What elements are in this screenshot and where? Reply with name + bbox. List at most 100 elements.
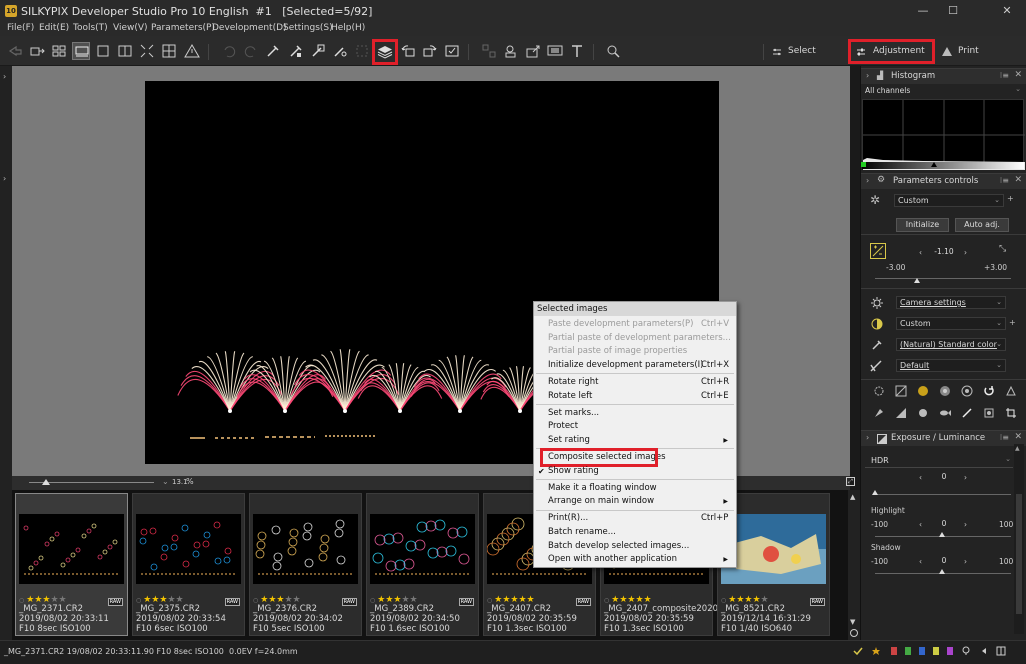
parameters-header[interactable]: › ⚙ Parameters controls ⁝≡ ✕ [861,173,1026,189]
mark-icon[interactable] [331,42,349,60]
composite-layers-icon[interactable] [372,39,398,65]
zoom-fit-icon[interactable]: ⤢ [846,477,855,486]
brush-icon[interactable] [961,407,973,419]
zoom-dropdown-icon[interactable]: ⌄ [162,477,169,486]
highlight-value[interactable]: 0 [925,519,963,531]
paste-params-icon[interactable] [287,42,305,60]
thumbnail-image[interactable] [136,514,241,584]
rotate-right-icon[interactable] [421,42,439,60]
color-dropper-icon[interactable] [870,338,884,352]
context-menu-item[interactable]: Initialize development parameters(I) Ctrl… [534,359,736,373]
spot-icon[interactable] [983,407,995,419]
status-check-icon[interactable] [853,646,863,656]
wb-dropdown[interactable]: Camera settings ⌄ [896,296,1006,309]
hdr-slider-thumb[interactable] [872,490,878,495]
expand-panel-icon[interactable]: › [3,174,6,183]
lens-icon[interactable] [961,385,973,397]
params-close-icon[interactable]: ✕ [1014,175,1022,185]
exposure-value[interactable]: -1.10 [925,247,963,259]
context-menu-item[interactable]: Protect [534,420,736,434]
status-bulb-icon[interactable] [961,646,971,656]
slideshow-icon[interactable] [546,42,564,60]
scroll-up-icon[interactable]: ▲ [850,493,855,501]
rotate-left-icon[interactable] [399,42,417,60]
menu-settings[interactable]: Settings(S) [283,23,333,33]
histogram-header[interactable]: › ▟ Histogram ⁝≡ ✕ [861,68,1026,84]
exposure-inc[interactable]: › [964,248,967,257]
copy-params-icon[interactable] [264,42,282,60]
thumbnail-image[interactable] [370,514,475,584]
crop-icon[interactable] [1005,407,1017,419]
hsl-icon[interactable] [939,385,951,397]
batch-develop-icon[interactable] [502,42,520,60]
label-yellow-icon[interactable] [931,646,941,656]
label-blue-icon[interactable] [917,646,927,656]
status-back-icon[interactable] [979,646,989,656]
taste-gear-icon[interactable]: ✲ [870,193,880,207]
highlight-inc[interactable]: › [964,520,967,529]
hdr-dropdown[interactable]: HDR ⌄ [865,454,1013,468]
tone-icon[interactable] [870,317,884,331]
menu-edit[interactable]: Edit(E) [39,23,69,33]
context-menu-item[interactable]: Set marks... [534,407,736,421]
shadow-inc[interactable]: › [964,557,967,566]
label-red-icon[interactable] [889,646,899,656]
add-tone-icon[interactable]: + [1009,318,1016,327]
shadow-dec[interactable]: ‹ [919,557,922,566]
thumbnail-card[interactable]: ○ ★★★★★ RAW _MG_2371.CR2 2019/08/02 20:33:11… [15,493,128,636]
context-menu-item[interactable]: Batch develop selected images... [534,540,736,554]
close-window-button[interactable]: ✕ [992,3,1022,19]
minimize-button[interactable]: — [908,3,938,19]
warning-icon[interactable] [183,42,201,60]
back-icon[interactable] [6,42,24,60]
loupe-search-icon[interactable] [604,42,622,60]
right-panel-scrollbar[interactable]: ▲ [1014,444,1024,634]
status-grid-icon[interactable] [996,646,1006,656]
menu-view[interactable]: View(V) [113,23,148,33]
forward-icon[interactable] [28,42,46,60]
scroll-up-icon[interactable]: ▲ [1015,445,1020,452]
menu-file[interactable]: File(F) [7,23,34,33]
rotation-icon[interactable] [983,385,995,397]
expand-left-icon[interactable]: › [3,72,6,81]
panel-close-icon[interactable]: ✕ [1014,70,1022,80]
thumbnail-card[interactable]: ○ ★★★★★ RAW _MG_2389.CR2 2019/08/02 20:34:50… [366,493,479,636]
context-menu-item[interactable]: Arrange on main window ▶ [534,495,736,509]
color-ball-icon[interactable] [917,385,929,397]
thumbnail-image[interactable] [253,514,358,584]
auto-adj-button[interactable]: Auto adj. [955,218,1009,232]
exposure-menu-icon[interactable]: ⁝≡ [1000,433,1009,442]
context-menu-item[interactable]: Set rating ▶ [534,434,736,448]
vignette-icon[interactable] [917,407,929,419]
hdr-value[interactable]: 0 [925,472,963,484]
text-tool-icon[interactable] [568,42,586,60]
menu-help[interactable]: Help(H) [331,23,365,33]
menu-parameters[interactable]: Parameters(P) [151,23,215,33]
crop-select-icon[interactable] [353,42,371,60]
context-menu-item[interactable]: Composite selected images [534,447,736,467]
thumbnail-card[interactable]: ○ ★★★★★ RAW _MG_2376.CR2 2019/08/02 20:34:02… [249,493,362,636]
exposure-lum-header[interactable]: › Exposure / Luminance ⁝≡ ✕ [861,430,1026,446]
exposure-slider-thumb[interactable] [914,278,920,283]
redo-icon[interactable] [242,42,260,60]
context-menu-item[interactable]: Batch rename... [534,526,736,540]
initialize-button[interactable]: Initialize [896,218,949,232]
label-purple-icon[interactable] [945,646,955,656]
exposure-adj-icon[interactable] [895,385,907,397]
panel-menu-icon[interactable]: ⁝≡ [1000,71,1009,80]
collapse-params-icon[interactable]: › [866,176,869,185]
white-balance-icon[interactable] [870,296,884,310]
channel-select[interactable]: All channels ⌄ [861,85,1026,97]
status-star-icon[interactable] [871,646,881,656]
hdr-dec[interactable]: ‹ [919,473,922,482]
grad-icon[interactable] [895,407,907,419]
sharpness-dropdown[interactable]: Default ⌄ [896,359,1006,372]
scroll-target-icon[interactable] [850,629,858,637]
shadow-slider-thumb[interactable] [939,569,945,574]
scroll-thumb[interactable] [1016,494,1022,614]
compare-view-icon[interactable] [116,42,134,60]
fish-eye-icon[interactable] [939,407,951,419]
export-icon[interactable] [524,42,542,60]
label-green-icon[interactable] [903,646,913,656]
add-taste-icon[interactable]: + [1007,194,1014,203]
